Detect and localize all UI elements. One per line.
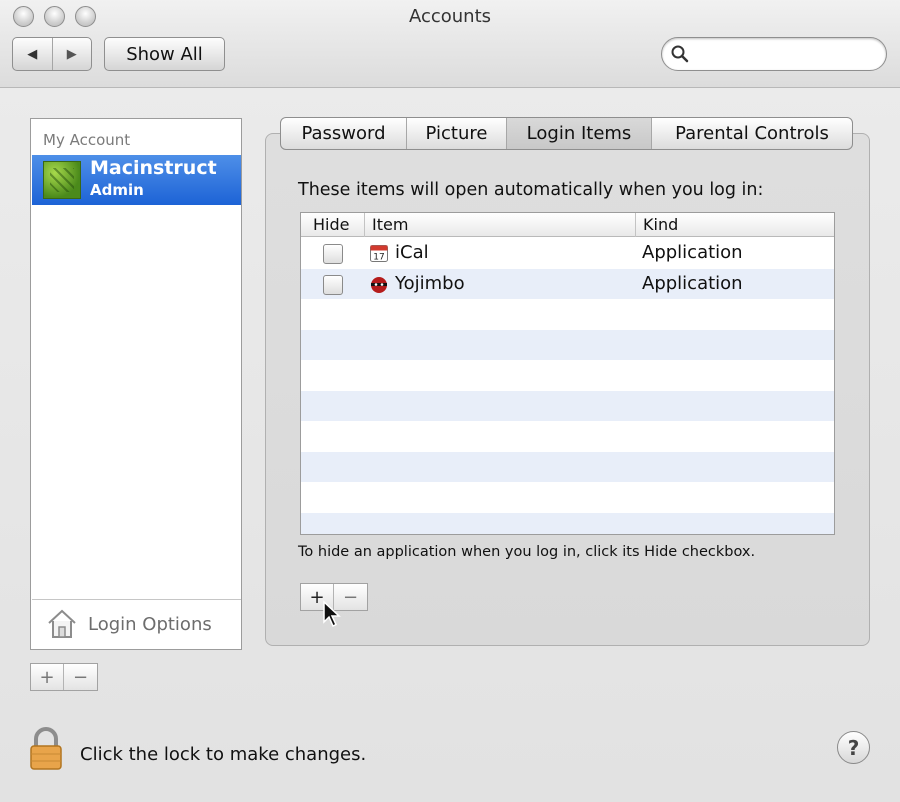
table-row[interactable]: Yojimbo Application [301,268,834,299]
back-button[interactable]: ◀ [13,38,53,70]
toolbar: Accounts ◀ ▶ Show All [0,0,900,88]
avatar [43,161,81,199]
empty-row [301,299,834,330]
empty-row [301,482,834,513]
calendar-icon: 17 [370,245,388,263]
yojimbo-icon [371,276,387,293]
account-role: Admin [90,181,144,199]
login-items-table: Hide Item Kind 17 iCal Application Yojim… [300,212,835,535]
table-header: Hide Item Kind [301,213,834,237]
tab-picture[interactable]: Picture [407,118,507,149]
empty-row [301,451,834,482]
show-all-button[interactable]: Show All [104,37,225,71]
login-options-label: Login Options [88,614,212,635]
tab-parental-controls[interactable]: Parental Controls [652,118,852,149]
lock-icon[interactable] [28,727,64,771]
hide-checkbox[interactable] [323,274,343,295]
login-options-item[interactable]: Login Options [32,599,241,649]
nav-buttons: ◀ ▶ [12,37,92,71]
account-row-macinstruct[interactable]: Macinstruct Admin [32,155,241,205]
house-icon [48,609,76,638]
empty-row [301,512,834,534]
empty-row [301,329,834,360]
accounts-window: Accounts ◀ ▶ Show All My Account Macinst… [0,0,900,802]
empty-row [301,360,834,391]
table-row[interactable]: 17 iCal Application [301,238,834,269]
column-divider [635,213,636,237]
empty-row [301,421,834,452]
search-field[interactable] [661,37,887,71]
svg-text:17: 17 [373,253,384,263]
tab-bar: Password Picture Login Items Parental Co… [280,117,853,150]
hide-checkbox[interactable] [323,244,343,264]
column-header-kind[interactable]: Kind [643,215,678,234]
item-kind: Application [642,242,743,263]
my-account-section-label: My Account [43,131,131,149]
mouse-pointer-icon [323,600,341,628]
add-account-button[interactable]: + [31,664,64,690]
account-list: My Account Macinstruct Admin Login Optio… [30,118,242,650]
item-name: Yojimbo [395,272,465,294]
empty-row [301,390,834,421]
item-kind: Application [642,272,743,294]
table-rows: 17 iCal Application Yojimbo Application [301,238,834,534]
remove-account-button[interactable]: − [64,664,97,690]
lock-message: Click the lock to make changes. [80,744,367,765]
item-name: iCal [395,242,429,263]
search-input[interactable] [694,44,874,64]
window-title: Accounts [408,6,492,27]
column-divider [364,213,365,237]
forward-button[interactable]: ▶ [53,38,92,70]
tab-password[interactable]: Password [281,118,407,149]
login-items-intro: These items will open automatically when… [298,180,764,200]
account-add-remove: + − [30,663,98,691]
account-name: Macinstruct [90,157,217,179]
tab-login-items[interactable]: Login Items [507,118,652,149]
column-header-hide[interactable]: Hide [313,215,349,234]
search-icon [671,45,689,63]
hide-hint: To hide an application when you log in, … [298,544,756,560]
column-header-item[interactable]: Item [372,215,408,234]
help-button[interactable]: ? [837,731,870,764]
